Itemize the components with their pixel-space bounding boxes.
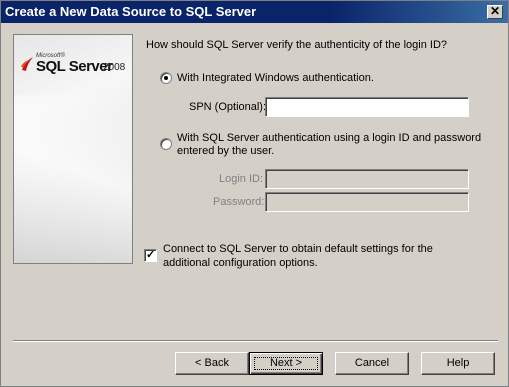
side-banner: Microsoft® SQL Server 2008 — [13, 34, 133, 264]
banner-gradient — [14, 95, 132, 263]
login-id-input[interactable] — [265, 169, 469, 189]
password-label: Password: — [213, 196, 265, 208]
next-button-label: Next > — [269, 357, 303, 369]
logo-version-text: 2008 — [103, 62, 126, 73]
button-separator — [13, 340, 498, 342]
sql-auth-label-line2[interactable]: entered by the user. — [177, 145, 274, 158]
dialog-window: Create a New Data Source to SQL Server ✕… — [0, 0, 509, 387]
login-id-label: Login ID: — [219, 173, 264, 185]
connect-checkbox[interactable]: ✓ — [144, 249, 157, 262]
back-button-label: < Back — [195, 357, 229, 369]
back-button[interactable]: < Back — [175, 352, 249, 375]
close-icon: ✕ — [489, 4, 501, 18]
next-button[interactable]: Next > — [249, 352, 323, 375]
sql-auth-radio[interactable] — [160, 138, 172, 150]
connect-label-line1[interactable]: Connect to SQL Server to obtain default … — [163, 243, 433, 256]
spn-input[interactable] — [265, 97, 469, 117]
auth-question: How should SQL Server verify the authent… — [146, 39, 448, 51]
logo-product-text: SQL Server — [36, 58, 113, 75]
cancel-button[interactable]: Cancel — [335, 352, 409, 375]
sql-auth-label-line1[interactable]: With SQL Server authentication using a l… — [177, 132, 481, 145]
spn-label: SPN (Optional): — [189, 101, 267, 113]
integrated-auth-label[interactable]: With Integrated Windows authentication. — [177, 72, 374, 85]
connect-label-line2[interactable]: additional configuration options. — [163, 257, 318, 270]
help-button-label: Help — [446, 357, 470, 369]
title-bar[interactable]: Create a New Data Source to SQL Server ✕ — [1, 1, 508, 23]
password-input[interactable] — [265, 192, 469, 212]
sql-server-logo: Microsoft® SQL Server 2008 — [20, 50, 130, 80]
window-title: Create a New Data Source to SQL Server — [5, 4, 257, 19]
close-button[interactable]: ✕ — [487, 5, 503, 19]
cancel-button-label: Cancel — [354, 357, 390, 369]
sql-server-logo-icon — [21, 57, 33, 71]
integrated-auth-radio[interactable] — [160, 72, 172, 84]
checkmark-icon: ✓ — [146, 249, 156, 261]
help-button[interactable]: Help — [421, 352, 495, 375]
